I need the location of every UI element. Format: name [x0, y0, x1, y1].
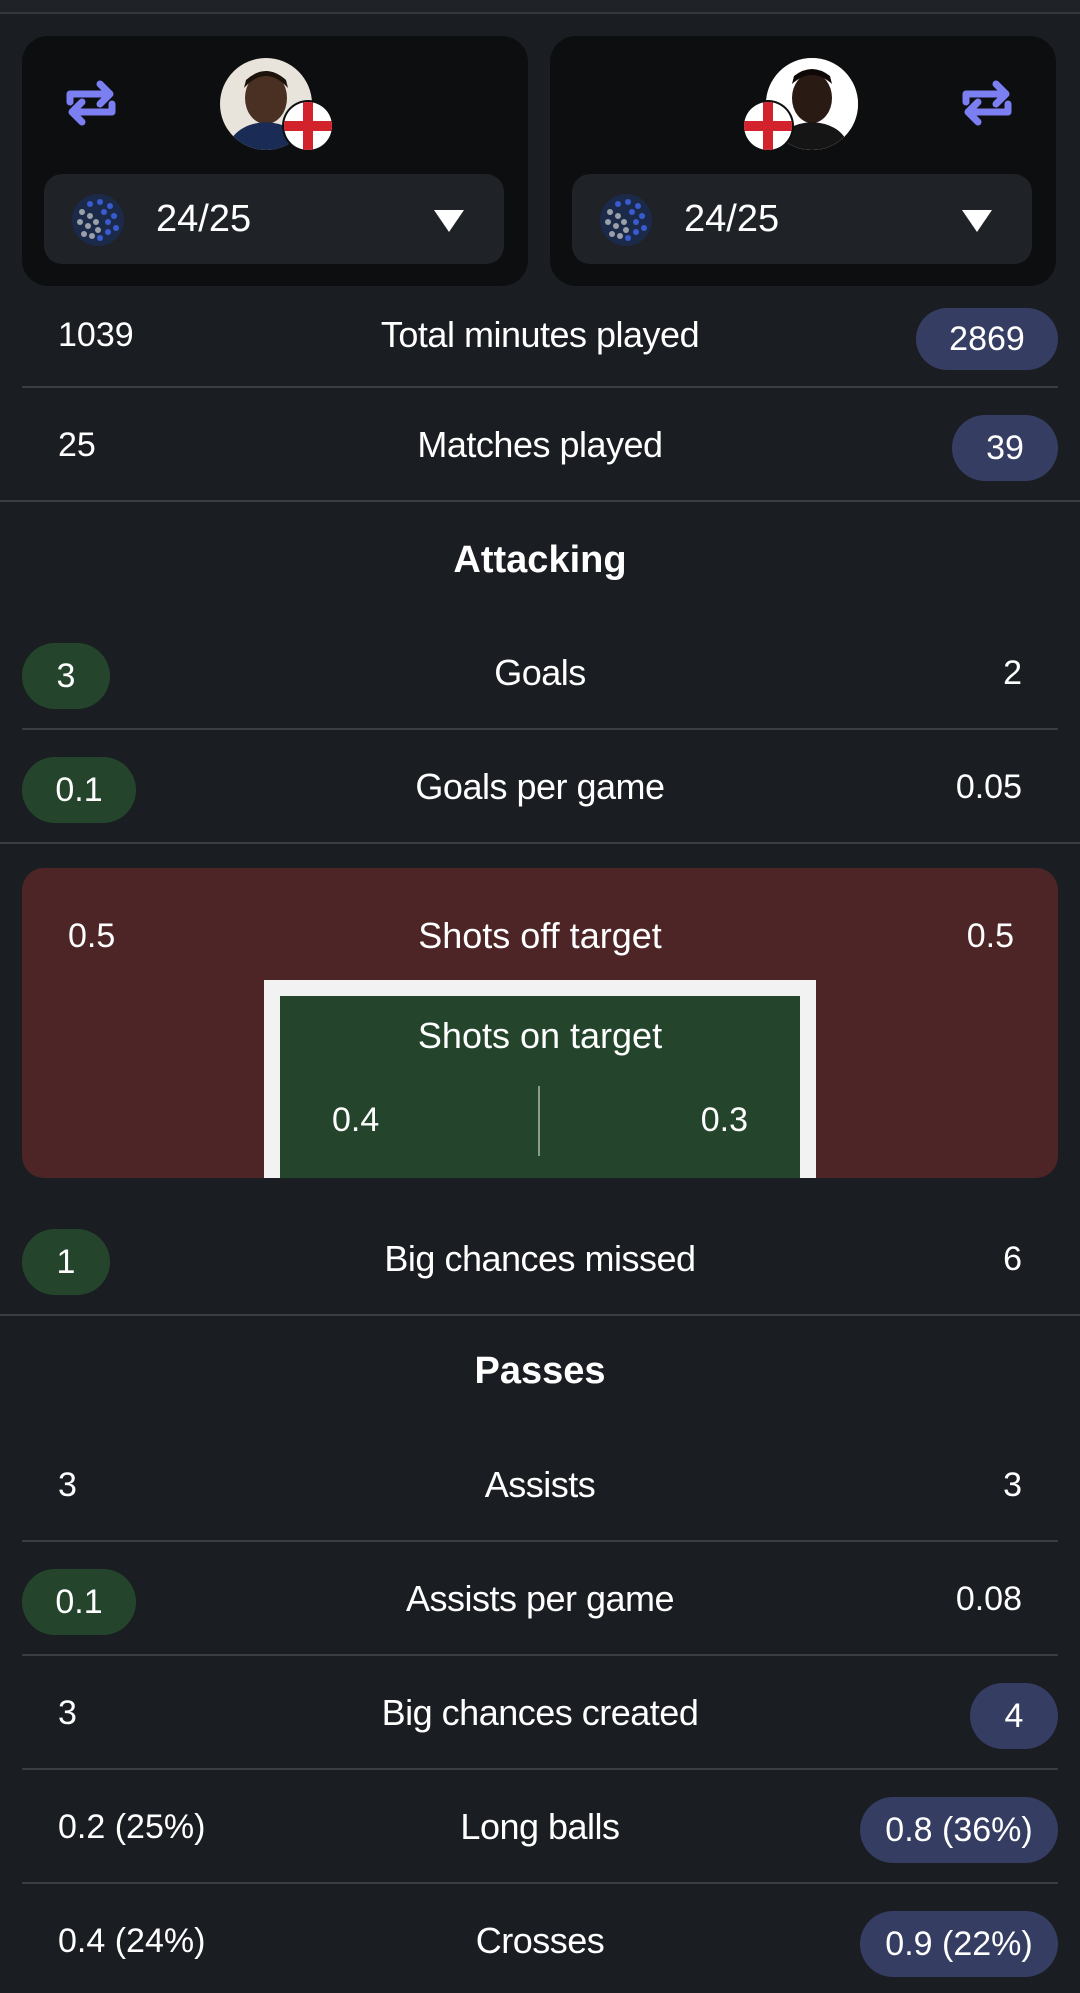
shots-comparison-box: 0.5 Shots off target 0.5 Shots on target…	[22, 868, 1058, 1178]
right-value: 6	[1003, 1240, 1022, 1278]
swap-icon[interactable]	[60, 72, 122, 134]
stat-row-matches-played: 25 Matches played 39	[0, 388, 1080, 502]
goal-frame: Shots on target 0.4 0.3	[264, 980, 816, 1178]
section-title-attacking: Attacking	[453, 539, 627, 581]
right-value: 0.05	[955, 768, 1022, 806]
stat-row-goals-per-game: 0.1 Goals per game 0.05	[0, 730, 1080, 844]
top-divider	[0, 0, 1080, 14]
stat-row-assists: 3 Assists 3	[0, 1428, 1080, 1542]
shots-on-target-right: 0.3	[700, 1101, 748, 1139]
left-value-pill: 0.1	[22, 757, 136, 823]
right-value: 2	[1003, 654, 1022, 692]
stat-label: Big chances created	[381, 1692, 699, 1733]
right-value-pill: 0.8 (36%)	[860, 1797, 1058, 1863]
shots-off-target-right: 0.5	[966, 917, 1014, 955]
dropdown-caret-icon[interactable]	[962, 210, 992, 232]
player-card-right: 24/25	[550, 36, 1056, 286]
season-selector-left[interactable]: 24/25	[44, 174, 504, 264]
stat-label: Goals per game	[415, 766, 665, 807]
dropdown-caret-icon[interactable]	[434, 210, 464, 232]
left-value: 25	[58, 426, 96, 464]
right-value-pill: 4	[970, 1683, 1058, 1749]
right-value: 0.08	[955, 1580, 1022, 1618]
stat-label: Long balls	[460, 1806, 620, 1847]
stat-row-big-chances-missed: 1 Big chances missed 6	[0, 1202, 1080, 1316]
section-title-passes: Passes	[474, 1350, 606, 1392]
season-label: 24/25	[156, 198, 252, 240]
left-value: 3	[58, 1694, 77, 1732]
section-divider	[0, 842, 1080, 844]
stat-row-big-chances-created: 3 Big chances created 4	[0, 1656, 1080, 1770]
shots-on-target-left: 0.4	[332, 1101, 380, 1139]
left-value-pill: 1	[22, 1229, 110, 1295]
shots-on-target-label: Shots on target	[417, 1015, 663, 1056]
left-value: 0.2 (25%)	[58, 1808, 206, 1846]
stat-label: Total minutes played	[380, 314, 700, 355]
shots-off-target-label: Shots off target	[418, 915, 662, 956]
left-value-pill: 0.1	[22, 1569, 136, 1635]
stat-row-assists-per-game: 0.1 Assists per game 0.08	[0, 1542, 1080, 1656]
stat-label: Matches played	[417, 424, 663, 465]
season-selector-right[interactable]: 24/25	[572, 174, 1032, 264]
stat-row-long-balls: 0.2 (25%) Long balls 0.8 (36%)	[0, 1770, 1080, 1884]
stat-label: Goals	[494, 652, 586, 693]
left-value: 1039	[58, 316, 134, 354]
stat-row-crosses: 0.4 (24%) Crosses 0.9 (22%)	[0, 1884, 1080, 1993]
england-flag-icon	[284, 102, 332, 150]
section-divider	[0, 1314, 1080, 1316]
england-flag-icon	[744, 102, 792, 150]
goal-divider	[538, 1086, 540, 1156]
stat-label: Assists	[484, 1464, 596, 1505]
stat-row-goals: 3 Goals 2	[0, 616, 1080, 730]
left-value: 3	[58, 1466, 77, 1504]
stat-label: Crosses	[475, 1920, 605, 1961]
left-value: 0.4 (24%)	[58, 1922, 206, 1960]
player-card-left: 24/25	[22, 36, 528, 286]
season-label: 24/25	[684, 198, 780, 240]
right-value-pill: 39	[952, 415, 1058, 481]
stat-label: Assists per game	[405, 1578, 675, 1619]
right-value-pill: 0.9 (22%)	[860, 1911, 1058, 1977]
section-divider	[0, 500, 1080, 502]
league-logo-icon	[600, 194, 652, 246]
right-value-pill: 2869	[916, 308, 1058, 370]
league-logo-icon	[72, 194, 124, 246]
shots-off-target-left: 0.5	[68, 917, 116, 955]
left-value-pill: 3	[22, 643, 110, 709]
stat-label: Big chances missed	[384, 1238, 696, 1279]
swap-icon[interactable]	[956, 72, 1018, 134]
right-value: 3	[1003, 1466, 1022, 1504]
stat-row-total-minutes: 1039 Total minutes played 2869	[0, 276, 1080, 388]
